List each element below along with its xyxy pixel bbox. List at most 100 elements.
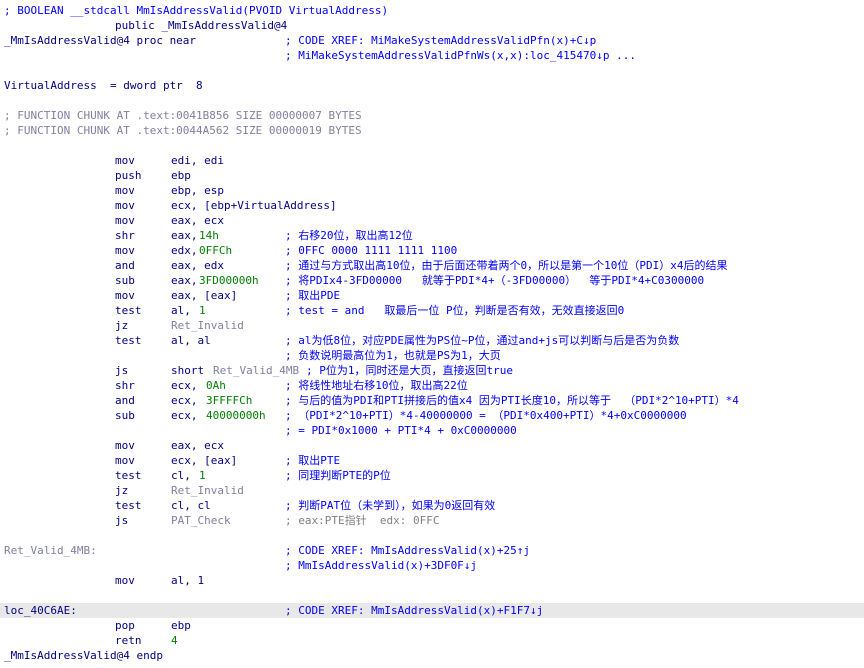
code-token: ecx, [ebp+VirtualAddress] (171, 199, 337, 212)
code-token: test (115, 469, 142, 482)
code-line[interactable]: mov eax, [eax] ; 取出PDE (0, 288, 864, 303)
code-line[interactable]: mov al, 1 (0, 573, 864, 588)
code-line[interactable]: mov edx, 0FFCh; 0FFC 0000 1111 1111 1100 (0, 243, 864, 258)
code-token: test (115, 334, 142, 347)
code-token: mov (115, 454, 135, 467)
code-token: mov (115, 214, 135, 227)
code-line[interactable] (0, 93, 864, 108)
code-token: ; eax:PTE指针 edx: 0FFC (285, 514, 440, 527)
code-token: pop (115, 619, 135, 632)
code-token: test (115, 304, 142, 317)
code-line[interactable]: ; FUNCTION CHUNK AT .text:0041B856 SIZE … (0, 108, 864, 123)
code-token: shr (115, 229, 135, 242)
code-line[interactable]: ; FUNCTION CHUNK AT .text:0044A562 SIZE … (0, 123, 864, 138)
code-token: mov (115, 439, 135, 452)
code-line[interactable]: ; 负数说明最高位为1，也就是PS为1，大页 (0, 348, 864, 363)
code-line[interactable]: _MmIsAddressValid@4 proc near ; CODE XREF… (0, 33, 864, 48)
code-token: ; （PDI*2^10+PTI）*4-40000000 = （PDI*0x400… (285, 409, 687, 422)
code-token: ; 0FFC 0000 1111 1111 1100 (285, 244, 458, 257)
code-token: sub (115, 409, 135, 422)
code-line[interactable]: public _MmIsAddressValid@4 (0, 18, 864, 33)
code-token: ; FUNCTION CHUNK AT .text:0044A562 SIZE … (4, 124, 362, 137)
code-token: jz (115, 484, 129, 497)
code-token: js (115, 364, 129, 377)
code-token: ; 右移20位，取出高12位 (285, 229, 413, 242)
code-line[interactable]: VirtualAddress = dword ptr 8 (0, 78, 864, 93)
code-token: ; 通过与方式取出高10位，由于后面还带着两个0，所以是第一个10位（PDI）x… (285, 259, 728, 272)
code-token: ; P位为1，同时还是大页，直接返回true (306, 364, 513, 377)
code-token: ; CODE XREF: MmIsAddressValid(x)+25↑j (285, 544, 531, 557)
code-token: 1 (199, 304, 206, 317)
code-line[interactable]: mov edi, edi (0, 153, 864, 168)
code-token: ebp, esp (171, 184, 224, 197)
code-token: ; MiMakeSystemAddressValidPfnWs(x,x):loc… (285, 49, 636, 62)
code-token: eax, ecx (171, 439, 224, 452)
code-line[interactable]: pop ebp (0, 618, 864, 633)
code-line[interactable]: test al, 1 ; test = and 取最后一位 P位，判断是否有效，无效… (0, 303, 864, 318)
code-token: eax, ecx (171, 214, 224, 227)
code-line[interactable]: retn 4 (0, 633, 864, 648)
code-line[interactable]: mov eax, ecx (0, 438, 864, 453)
code-token: ecx, [eax] (171, 454, 238, 467)
code-line[interactable]: js PAT_Check ; eax:PTE指针 edx: 0FFC (0, 513, 864, 528)
code-line[interactable]: ; BOOLEAN __stdcall MmIsAddressValid(PVO… (0, 3, 864, 18)
code-token: mov (115, 244, 135, 257)
code-line[interactable] (0, 528, 864, 543)
code-token: 14h (199, 229, 219, 242)
code-token: test (115, 499, 142, 512)
code-token: mov (115, 574, 135, 587)
code-line[interactable]: and eax, edx ; 通过与方式取出高10位，由于后面还带着两个0，所以是第… (0, 258, 864, 273)
code-line[interactable]: _MmIsAddressValid@4 endp (0, 648, 864, 663)
code-line[interactable]: sub eax, 3FD00000h; 将PDIx4-3FD00000 就等于PD… (0, 273, 864, 288)
code-token: cl, (171, 469, 198, 482)
code-line[interactable]: mov ecx, [ebp+VirtualAddress] (0, 198, 864, 213)
code-token: push (115, 169, 142, 182)
code-token: retn (115, 634, 142, 647)
code-line[interactable]: Ret_Valid_4MB: ; CODE XREF: MmIsAddressVa… (0, 543, 864, 558)
code-line[interactable]: js short Ret_Valid_4MB ; P位为1，同时还是大页，直接返回t… (0, 363, 864, 378)
code-token: mov (115, 154, 135, 167)
code-line[interactable]: and ecx, 3FFFFCh ; 与后的值为PDI和PTI拼接后的值x4 因为P… (0, 393, 864, 408)
code-token: eax, [eax] (171, 289, 238, 302)
code-line[interactable] (0, 588, 864, 603)
code-line[interactable]: ; MmIsAddressValid(x)+3DF0F↓j (0, 558, 864, 573)
code-token: eax, edx (171, 259, 224, 272)
code-token: ; = PDI*0x1000 + PTI*4 + 0xC0000000 (285, 424, 517, 437)
code-line[interactable]: ; = PDI*0x1000 + PTI*4 + 0xC0000000 (0, 423, 864, 438)
code-line[interactable]: jz Ret_Invalid (0, 318, 864, 333)
code-line[interactable]: mov ecx, [eax] ; 取出PTE (0, 453, 864, 468)
code-token: public _MmIsAddressValid@4 (115, 19, 288, 32)
code-token: ; 取出PDE (285, 289, 341, 302)
code-line[interactable] (0, 63, 864, 78)
code-line[interactable]: push ebp (0, 168, 864, 183)
code-token: jz (115, 319, 129, 332)
code-token: ; BOOLEAN __stdcall MmIsAddressValid(PVO… (4, 4, 389, 17)
code-token: mov (115, 199, 135, 212)
code-token: 1 (199, 469, 206, 482)
disassembly-listing[interactable]: ; BOOLEAN __stdcall MmIsAddressValid(PVO… (0, 0, 864, 668)
code-token: Ret_Invalid (171, 319, 244, 332)
code-token: ebp (171, 619, 191, 632)
code-line[interactable]: test cl, 1 ; 同理判断PTE的P位 (0, 468, 864, 483)
code-token: 0Ah (206, 379, 226, 392)
code-line[interactable]: shr ecx, 0Ah ; 将线性地址右移10位，取出高22位 (0, 378, 864, 393)
code-line[interactable]: test cl, cl ; 判断PAT位（未学到），如果为0返回有效 (0, 498, 864, 513)
code-line[interactable]: shr eax, 14h; 右移20位，取出高12位 (0, 228, 864, 243)
code-line[interactable]: mov ebp, esp (0, 183, 864, 198)
code-token: Ret_Invalid (171, 484, 244, 497)
code-line[interactable]: jz Ret_Invalid (0, 483, 864, 498)
code-token: Ret_Valid_4MB: (4, 544, 97, 557)
code-token: al, (171, 304, 198, 317)
code-line[interactable]: mov eax, ecx (0, 213, 864, 228)
code-token: short (171, 364, 211, 377)
code-line[interactable]: test al, al ; al为低8位，对应PDE属性为PS位~P位，通过and+… (0, 333, 864, 348)
code-line[interactable]: sub ecx, 40000000h ; （PDI*2^10+PTI）*4-4000… (0, 408, 864, 423)
code-token: mov (115, 184, 135, 197)
code-token: VirtualAddress = dword ptr 8 (4, 79, 203, 92)
code-token: ; 与后的值为PDI和PTI拼接后的值x4 因为PTI长度10，所以等于 （PD… (285, 394, 739, 407)
code-token: ; MmIsAddressValid(x)+3DF0F↓j (285, 559, 478, 572)
code-line[interactable]: loc_40C6AE: ; CODE XREF: MmIsAddressValid… (0, 603, 864, 618)
code-line[interactable]: ; MiMakeSystemAddressValidPfnWs(x,x):loc… (0, 48, 864, 63)
code-line[interactable] (0, 138, 864, 153)
code-token: 0FFCh (199, 244, 233, 257)
